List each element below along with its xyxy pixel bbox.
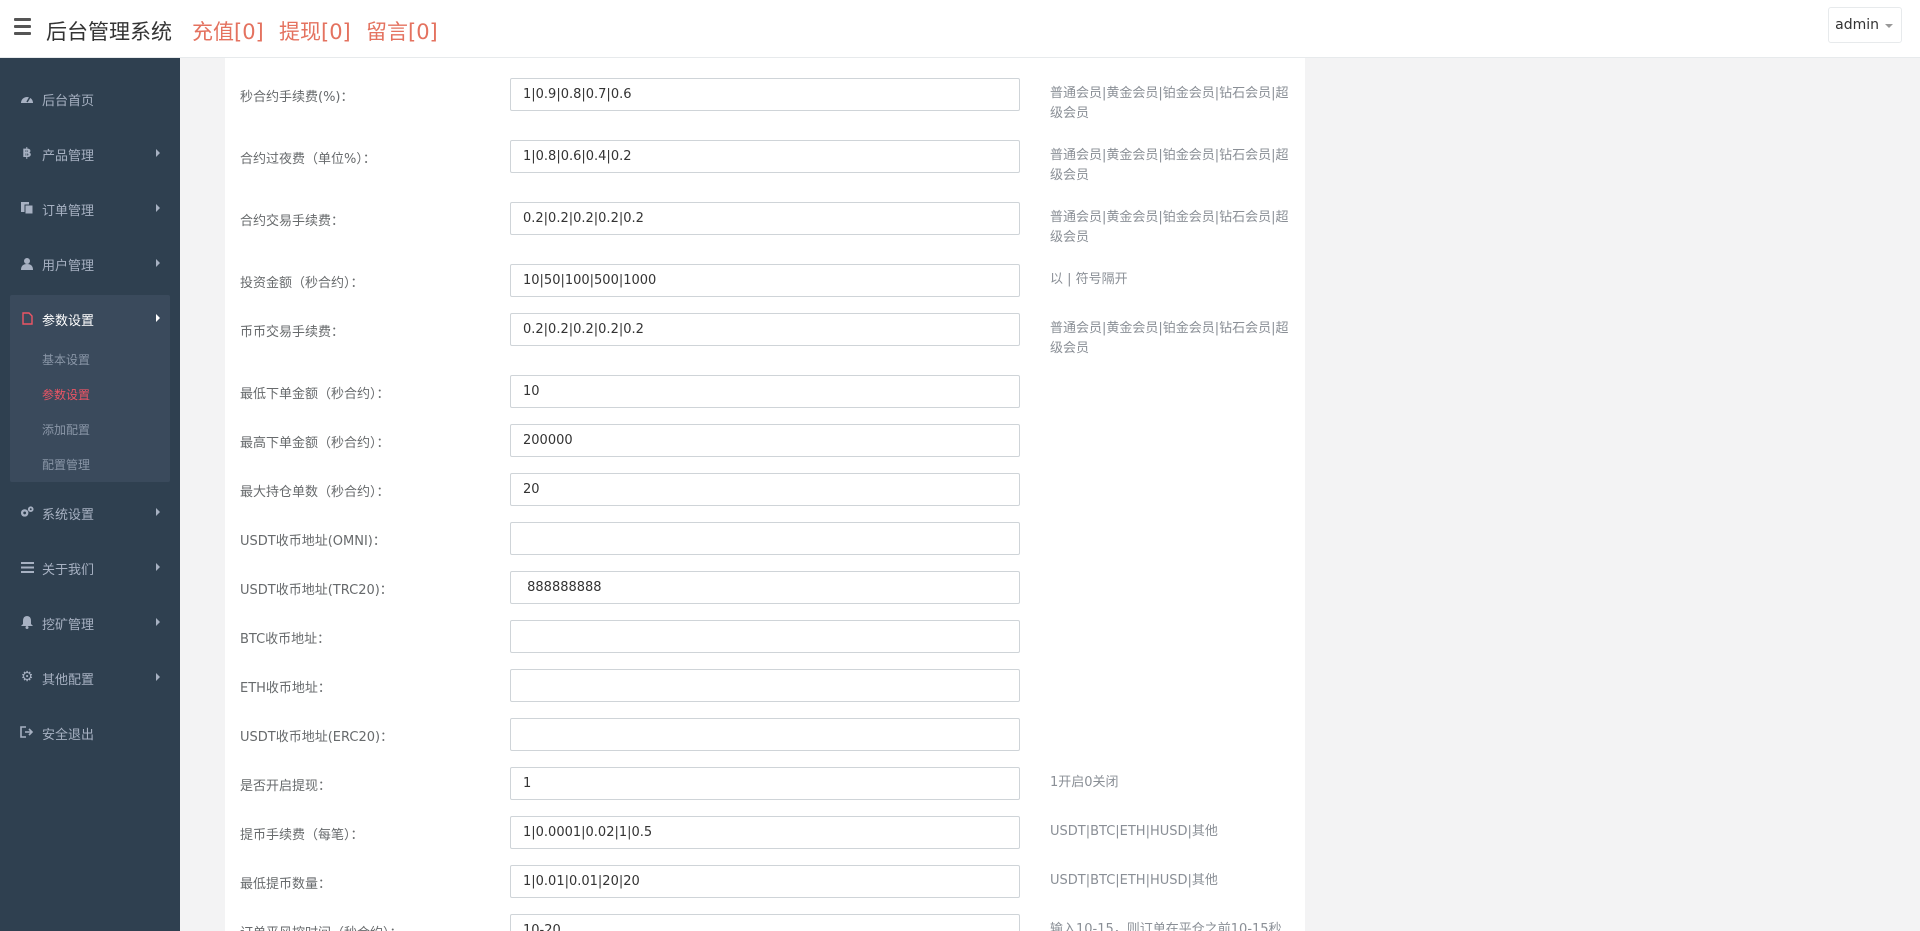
caret-right-icon — [156, 673, 160, 681]
sidebar-item-orders[interactable]: 订单管理 — [0, 181, 180, 236]
sidebar-item-system[interactable]: 系统设置 — [0, 485, 180, 540]
sidebar-item-label: 关于我们 — [42, 563, 95, 578]
field-help: 普通会员|黄金会员|铂金会员|钻石会员|超级会员 — [1050, 321, 1289, 356]
sign-out-icon — [20, 725, 34, 739]
caret-right-icon — [156, 259, 160, 267]
field-label: 合约过夜费（单位%）： — [240, 152, 376, 167]
sidebar-item-label: 其他配置 — [42, 673, 95, 688]
overnight-fee-input[interactable] — [510, 140, 1020, 173]
copy-icon — [20, 201, 34, 215]
user-name: admin — [1835, 17, 1879, 33]
field-help: 普通会员|黄金会员|铂金会员|钻石会员|超级会员 — [1050, 210, 1289, 245]
submenu-config-manage[interactable]: 配置管理 — [42, 456, 90, 473]
field-label: 合约交易手续费： — [240, 214, 345, 229]
sidebar-item-label: 订单管理 — [42, 204, 95, 219]
field-label: BTC收币地址： — [240, 632, 331, 647]
field-help: 以 | 符号隔开 — [1050, 272, 1128, 287]
withdraw-fee-input[interactable] — [510, 816, 1020, 849]
second-contract-fee-input[interactable] — [510, 78, 1020, 111]
sidebar-item-products[interactable]: ฿ 产品管理 — [0, 126, 180, 181]
sidebar-item-users[interactable]: 用户管理 — [0, 236, 180, 291]
investment-amount-input[interactable] — [510, 264, 1020, 297]
user-menu-button[interactable]: admin — [1828, 7, 1902, 43]
caret-right-icon — [156, 563, 160, 571]
field-label: USDT收币地址(TRC20)： — [240, 583, 393, 598]
submenu-add-config[interactable]: 添加配置 — [42, 421, 90, 438]
recharge-link[interactable]: 充值[0] — [192, 16, 264, 46]
field-label: 最低提币数量： — [240, 877, 332, 892]
field-label: 订单平风控时间（秒合约）： — [240, 922, 403, 931]
app-title: 后台管理系统 — [46, 20, 172, 44]
sidebar-item-mining[interactable]: 挖矿管理 — [0, 595, 180, 650]
user-icon — [20, 256, 34, 270]
caret-right-icon — [156, 618, 160, 626]
sidebar-item-label: 后台首页 — [42, 94, 95, 109]
sidebar-item-params[interactable]: 参数设置 — [0, 291, 180, 346]
field-label: 最低下单金额（秒合约）： — [240, 387, 390, 402]
sidebar-item-label: 系统设置 — [42, 508, 95, 523]
sidebar-item-home[interactable]: 后台首页 — [0, 71, 180, 126]
submenu-basic-settings[interactable]: 基本设置 — [42, 351, 90, 368]
caret-right-icon — [156, 149, 160, 157]
sidebar-item-about[interactable]: 关于我们 — [0, 540, 180, 595]
sidebar-item-label: 产品管理 — [42, 149, 95, 164]
field-help: USDT|BTC|ETH|HUSD|其他 — [1050, 824, 1218, 839]
max-positions-input[interactable] — [510, 473, 1020, 506]
btc-address-input[interactable] — [510, 620, 1020, 653]
top-navbar: 后台管理系统 充值[0] 提现[0] 留言[0] admin — [0, 0, 1920, 58]
caret-right-icon — [156, 314, 160, 322]
field-label: 是否开启提现： — [240, 779, 332, 794]
cogs-icon — [20, 505, 34, 519]
dashboard-icon — [20, 91, 34, 105]
contract-trade-fee-input[interactable] — [510, 202, 1020, 235]
caret-right-icon — [156, 508, 160, 516]
file-icon — [20, 311, 34, 325]
submenu-param-settings[interactable]: 参数设置 — [42, 386, 90, 403]
field-help: 输入10-15，则订单在平仓之前10-15秒 — [1050, 922, 1282, 931]
field-label: USDT收币地址(OMNI)： — [240, 534, 386, 549]
caret-down-icon — [1885, 24, 1893, 28]
gear-icon: ⚙ — [20, 669, 34, 685]
usdt-omni-address-input[interactable] — [510, 522, 1020, 555]
field-label: 投资金额（秒合约）： — [240, 276, 364, 291]
field-label: 最大持仓单数（秒合约）： — [240, 485, 390, 500]
param-settings-form: 秒合约手续费(%)： 普通会员|黄金会员|铂金会员|钻石会员|超级会员 合约过夜… — [225, 58, 1305, 931]
sidebar-item-label: 安全退出 — [42, 728, 95, 743]
field-help: 1开启0关闭 — [1050, 775, 1119, 790]
menu-toggle-icon[interactable] — [14, 18, 32, 38]
field-label: 最高下单金额（秒合约）： — [240, 436, 390, 451]
eth-address-input[interactable] — [510, 669, 1020, 702]
usdt-erc20-address-input[interactable] — [510, 718, 1020, 751]
sidebar-item-label: 用户管理 — [42, 259, 95, 274]
sidebar-item-label: 参数设置 — [42, 314, 95, 329]
sidebar-item-label: 挖矿管理 — [42, 618, 95, 633]
field-help: USDT|BTC|ETH|HUSD|其他 — [1050, 873, 1218, 888]
withdraw-link[interactable]: 提现[0] — [279, 16, 351, 46]
min-order-amount-input[interactable] — [510, 375, 1020, 408]
field-label: USDT收币地址(ERC20)： — [240, 730, 394, 745]
field-label: 提币手续费（每笔）： — [240, 828, 364, 843]
field-label: 秒合约手续费(%)： — [240, 90, 354, 105]
field-label: 币币交易手续费： — [240, 325, 345, 340]
field-label: ETH收币地址： — [240, 681, 331, 696]
min-withdraw-amount-input[interactable] — [510, 865, 1020, 898]
message-link[interactable]: 留言[0] — [366, 16, 438, 46]
bitcoin-icon: ฿ — [22, 145, 32, 161]
sidebar-item-other[interactable]: ⚙ 其他配置 — [0, 650, 180, 705]
sidebar: 后台首页 ฿ 产品管理 订单管理 用户管理 参数设置 基本设置 参数设置 添加配… — [0, 58, 180, 931]
list-icon — [20, 560, 34, 574]
bell-icon — [20, 615, 34, 629]
usdt-trc20-address-input[interactable] — [510, 571, 1020, 604]
caret-right-icon — [156, 204, 160, 212]
field-help: 普通会员|黄金会员|铂金会员|钻石会员|超级会员 — [1050, 148, 1289, 183]
enable-withdraw-input[interactable] — [510, 767, 1020, 800]
max-order-amount-input[interactable] — [510, 424, 1020, 457]
risk-control-time-input[interactable] — [510, 914, 1020, 931]
sidebar-item-logout[interactable]: 安全退出 — [0, 705, 180, 760]
coin-trade-fee-input[interactable] — [510, 313, 1020, 346]
field-help: 普通会员|黄金会员|铂金会员|钻石会员|超级会员 — [1050, 86, 1289, 121]
